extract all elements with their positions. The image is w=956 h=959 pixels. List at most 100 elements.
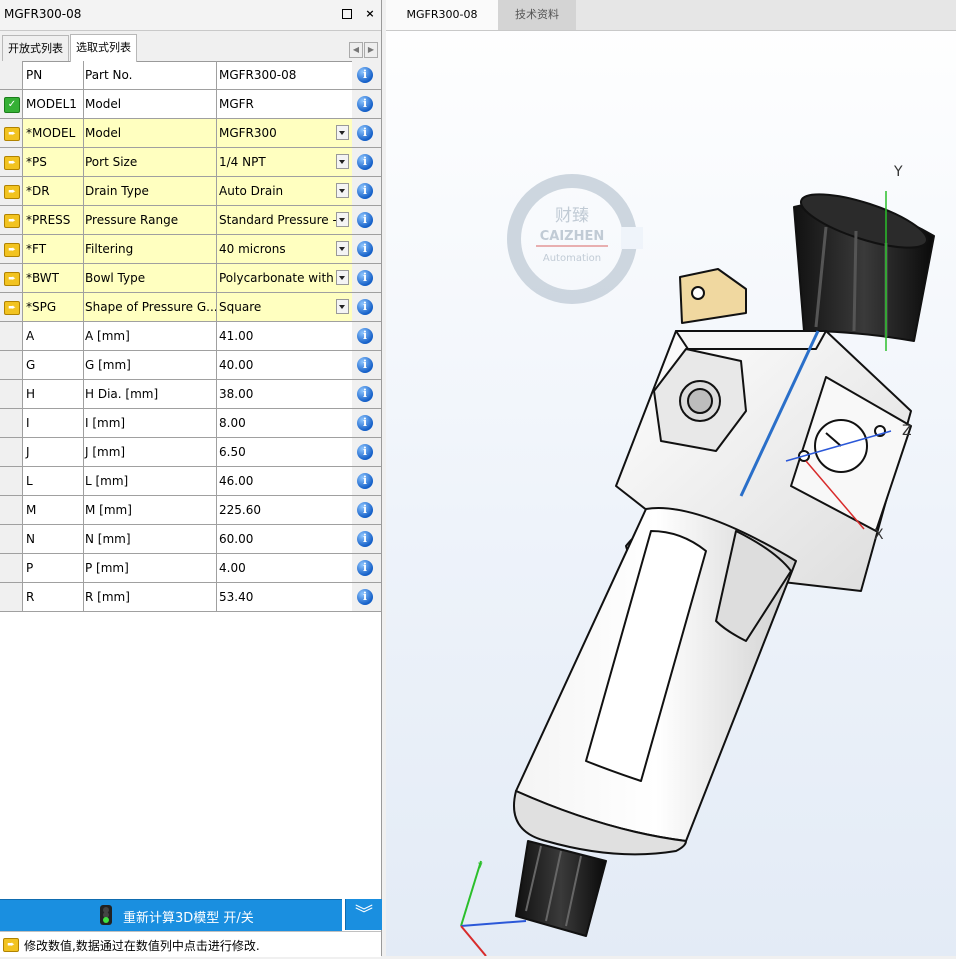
value-cell[interactable]: MGFR300 [216,119,353,147]
info-button[interactable]: i [352,322,381,350]
info-button[interactable]: i [352,119,381,147]
info-button[interactable]: i [352,554,381,582]
table-row[interactable]: II [mm] 8.00 i [0,409,381,438]
table-row[interactable]: PN Part No. MGFR300-08 i [0,61,381,90]
info-button[interactable]: i [352,351,381,379]
table-row[interactable]: JJ [mm] 6.50 i [0,438,381,467]
chevron-down-icon[interactable] [336,299,349,314]
value-cell[interactable]: 53.40 [216,583,353,611]
table-row[interactable]: ➨ *BWT Bowl Type Polycarbonate with i [0,264,381,293]
value-text: MGFR300 [219,126,277,140]
table-row[interactable]: PP [mm] 4.00 i [0,554,381,583]
chevron-down-icon[interactable] [336,212,349,227]
table-row[interactable]: ➨ *PRESS Pressure Range Standard Pressure -… [0,206,381,235]
info-button[interactable]: i [352,206,381,234]
value-text: 225.60 [219,503,261,517]
value-cell[interactable]: MGFR [216,90,353,118]
info-button[interactable]: i [352,496,381,524]
pn-cell: M [23,496,84,524]
value-cell[interactable]: 41.00 [216,322,353,350]
tab-technical-docs[interactable]: 技术资料 [498,0,576,30]
value-cell[interactable]: 46.00 [216,467,353,495]
value-text: Standard Pressure - [219,213,337,227]
tab-scroll-right-icon[interactable]: ▶ [364,42,378,58]
value-cell[interactable]: 60.00 [216,525,353,553]
value-cell[interactable]: 8.00 [216,409,353,437]
name-cell: A [mm] [82,322,217,350]
maximize-button[interactable] [338,5,356,23]
svg-text:y: y [478,860,483,869]
name-cell: R [mm] [82,583,217,611]
value-cell[interactable]: 4.00 [216,554,353,582]
recalculate-3d-button[interactable]: 重新计算3D模型 开/关 [0,899,342,931]
3d-viewport[interactable]: 财臻 CAIZHEN Automation Y Z X y [386,31,956,957]
edit-arrow-icon: ➨ [4,272,20,286]
table-row[interactable]: MM [mm] 225.60 i [0,496,381,525]
chevron-down-icon[interactable] [336,125,349,140]
name-cell: P [mm] [82,554,217,582]
chevron-down-icon[interactable] [336,183,349,198]
pn-cell: *PRESS [23,206,84,234]
row-indicator: ➨ [0,206,23,234]
info-icon: i [357,589,373,605]
info-button[interactable]: i [352,235,381,263]
table-row[interactable]: HH Dia. [mm] 38.00 i [0,380,381,409]
pn-cell: I [23,409,84,437]
info-button[interactable]: i [352,467,381,495]
value-cell[interactable]: 225.60 [216,496,353,524]
status-message: 修改数值,数据通过在数值列中点击进行修改. [24,939,260,953]
chevron-down-icon[interactable] [336,154,349,169]
info-button[interactable]: i [352,380,381,408]
value-cell[interactable]: 6.50 [216,438,353,466]
value-cell[interactable]: 40.00 [216,351,353,379]
table-row[interactable]: ➨ *MODEL Model MGFR300 i [0,119,381,148]
tab-model[interactable]: MGFR300-08 [386,0,498,30]
value-cell[interactable]: Auto Drain [216,177,353,205]
value-text: 60.00 [219,532,254,546]
watermark-cn: 财臻 [555,206,589,226]
info-button[interactable]: i [352,177,381,205]
edit-arrow-icon: ➨ [4,156,20,170]
value-text: 6.50 [219,445,246,459]
table-row[interactable]: ➨ *DR Drain Type Auto Drain i [0,177,381,206]
value-cell[interactable]: 1/4 NPT [216,148,353,176]
info-icon: i [357,560,373,576]
info-button[interactable]: i [352,90,381,118]
table-row[interactable]: LL [mm] 46.00 i [0,467,381,496]
info-button[interactable]: i [352,583,381,611]
value-cell[interactable]: Square [216,293,353,321]
close-button[interactable]: × [361,5,379,23]
chevron-down-icon[interactable] [336,270,349,285]
info-button[interactable]: i [352,61,381,89]
info-button[interactable]: i [352,148,381,176]
value-cell[interactable]: 38.00 [216,380,353,408]
value-text: Auto Drain [219,184,284,198]
chevron-down-icon[interactable] [336,241,349,256]
info-button[interactable]: i [352,409,381,437]
value-cell[interactable]: 40 microns [216,235,353,263]
info-button[interactable]: i [352,438,381,466]
info-button[interactable]: i [352,264,381,292]
value-cell[interactable]: Standard Pressure - [216,206,353,234]
value-cell[interactable]: Polycarbonate with [216,264,353,292]
info-icon: i [357,357,373,373]
info-button[interactable]: i [352,293,381,321]
tab-scroll-left-icon[interactable]: ◀ [349,42,363,58]
value-text: 8.00 [219,416,246,430]
table-row[interactable]: AA [mm] 41.00 i [0,322,381,351]
tab-open-list[interactable]: 开放式列表 [2,35,69,61]
info-button[interactable]: i [352,525,381,553]
table-row[interactable]: RR [mm] 53.40 i [0,583,381,612]
name-cell: N [mm] [82,525,217,553]
value-text: Square [219,300,262,314]
expand-button[interactable]: ︾ [345,899,382,930]
table-row[interactable]: ➨ *FT Filtering 40 microns i [0,235,381,264]
table-row[interactable]: ➨ *PS Port Size 1/4 NPT i [0,148,381,177]
table-row[interactable]: ➨ *SPG Shape of Pressure G... Square i [0,293,381,322]
table-row[interactable]: ✓ MODEL1 Model MGFR i [0,90,381,119]
table-row[interactable]: GG [mm] 40.00 i [0,351,381,380]
tab-select-list[interactable]: 选取式列表 [70,34,137,62]
table-row[interactable]: NN [mm] 60.00 i [0,525,381,554]
watermark-brand: CAIZHEN [540,229,605,244]
value-cell[interactable]: MGFR300-08 [216,61,353,89]
